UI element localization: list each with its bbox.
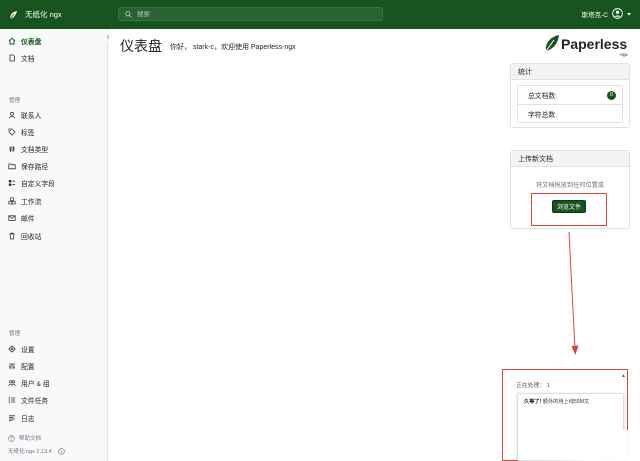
caret-down-icon [627,12,631,15]
sidebar-item-config[interactable]: 配置 [8,360,35,372]
processing-count: 正在处理： 1 [516,383,550,389]
processing-message-text: 额外的待上线55M文 [542,399,590,405]
folder-icon [8,162,16,170]
list-task-icon [8,396,16,404]
sidebar-item-document-types[interactable]: 文档类型 [8,143,48,155]
processing-message: 久等了! 额外的待上线55M文 [524,398,589,405]
gear-icon [8,345,16,353]
total-docs-badge: 0 [607,90,616,100]
app-title: 无纸化 ngx [25,10,62,19]
people-icon [8,379,16,387]
welcome-message: 你好， stark-c，欢迎使用 Paperless-ngx [170,44,296,51]
logo-subtext: -ngx [619,52,628,57]
sidebar-item-trash[interactable]: 回收站 [8,230,41,242]
ui-radios-icon [8,179,16,187]
user-menu[interactable]: 斯塔克-C [582,8,632,19]
sidebar-item-label: 文档 [21,56,35,63]
search-box[interactable] [118,7,383,21]
fade-overlay [540,430,630,461]
sidebar-item-label: 文档类型 [21,147,49,154]
person-icon [8,111,16,119]
sidebar-item-dashboard[interactable]: 仪表盘 [8,35,41,47]
trash-icon [8,232,16,240]
sidebar-item-tags[interactable]: 标签 [8,126,35,138]
upload-card-header: 上传新文档 [511,151,629,167]
drop-instructions: 将文档拖放到任何位置或 [535,182,605,189]
search-input[interactable] [137,10,367,18]
stat-character-count: 字符总数: [518,104,622,122]
stat-label: 字符总数: [528,111,558,119]
sidebar-item-correspondents[interactable]: 联系人 [8,109,41,121]
sidebar-item-label: 文件任务 [21,398,49,405]
sidebar-item-storage-paths[interactable]: 保存路径 [8,160,48,172]
sidebar-item-label: 配置 [21,364,35,371]
sidebar-item-label: 设置 [21,347,35,354]
tag-icon [8,128,16,136]
processing-message-bold: 久等了! [524,399,542,405]
sidebar-item-workflows[interactable]: 工作流 [8,195,41,207]
document-icon [8,54,16,62]
info-circle-icon[interactable] [58,447,65,455]
boxes-icon [8,197,16,205]
sidebar-item-documents[interactable]: 文档 [8,52,35,64]
stats-card-header: 统计 [511,64,629,80]
sidebar-item-label: 仪表盘 [21,39,42,46]
sidebar-item-label: 联系人 [21,113,42,120]
top-navbar: 无纸化 ngx 斯塔克-C [0,0,640,29]
annotation-arrow [568,232,579,355]
paperless-logo: Paperless [544,33,627,53]
app-brand[interactable]: 无纸化 ngx [0,9,118,20]
sidebar-collapse-button[interactable]: ‹ [104,31,112,42]
sidebar-item-users-groups[interactable]: 用户 & 组 [8,377,50,389]
stat-label: 总文档数: [528,93,558,100]
version-label: 无纸化 ngx 2.13.4 [8,449,52,455]
question-circle-icon [8,434,15,442]
house-icon [8,37,16,45]
sidebar-item-logs[interactable]: 日志 [8,412,35,424]
logo-text: Paperless [561,36,628,52]
help-docs-link[interactable]: 帮助文档 [8,434,41,442]
sliders-icon [8,362,16,370]
sidebar-item-file-tasks[interactable]: 文件任务 [8,394,48,406]
person-circle-icon [612,8,623,19]
sidebar-item-label: 邮件 [21,216,35,223]
hash-icon [8,145,16,153]
browse-files-button[interactable]: 浏览文件 [552,200,586,213]
sidebar-item-custom-fields[interactable]: 自定义字段 [8,177,55,189]
sidebar-item-settings[interactable]: 设置 [8,343,35,355]
stats-card: 统计 总文档数: 0 字符总数: [510,63,630,128]
search-icon [125,10,132,18]
section-label-admin: 管理 [9,331,21,337]
sidebar-item-mail[interactable]: 邮件 [8,212,35,224]
stat-total-documents[interactable]: 总文档数: 0 [518,86,622,104]
triangle-up-icon[interactable]: ▲ [621,373,626,379]
sidebar-item-label: 工作流 [21,199,42,206]
help-docs-label: 帮助文档 [19,436,42,442]
sidebar-item-label: 回收站 [21,234,42,241]
user-name: 斯塔克-C [581,11,608,19]
sidebar-item-label: 自定义字段 [21,181,55,188]
envelope-icon [8,214,16,222]
leaf-logo-icon [545,35,559,52]
sidebar-item-label: 日志 [21,416,35,423]
version-info: 无纸化 ngx 2.13.4 [8,447,65,455]
leaf-logo-icon [9,10,17,19]
sidebar-item-label: 保存路径 [21,164,49,171]
log-icon [8,414,16,422]
sidebar-item-label: 标签 [21,130,35,137]
stats-list: 总文档数: 0 字符总数: [517,85,623,123]
page-title: 仪表盘 [120,38,162,54]
section-label-manage: 管理 [9,98,21,104]
sidebar-item-label: 用户 & 组 [21,381,50,388]
